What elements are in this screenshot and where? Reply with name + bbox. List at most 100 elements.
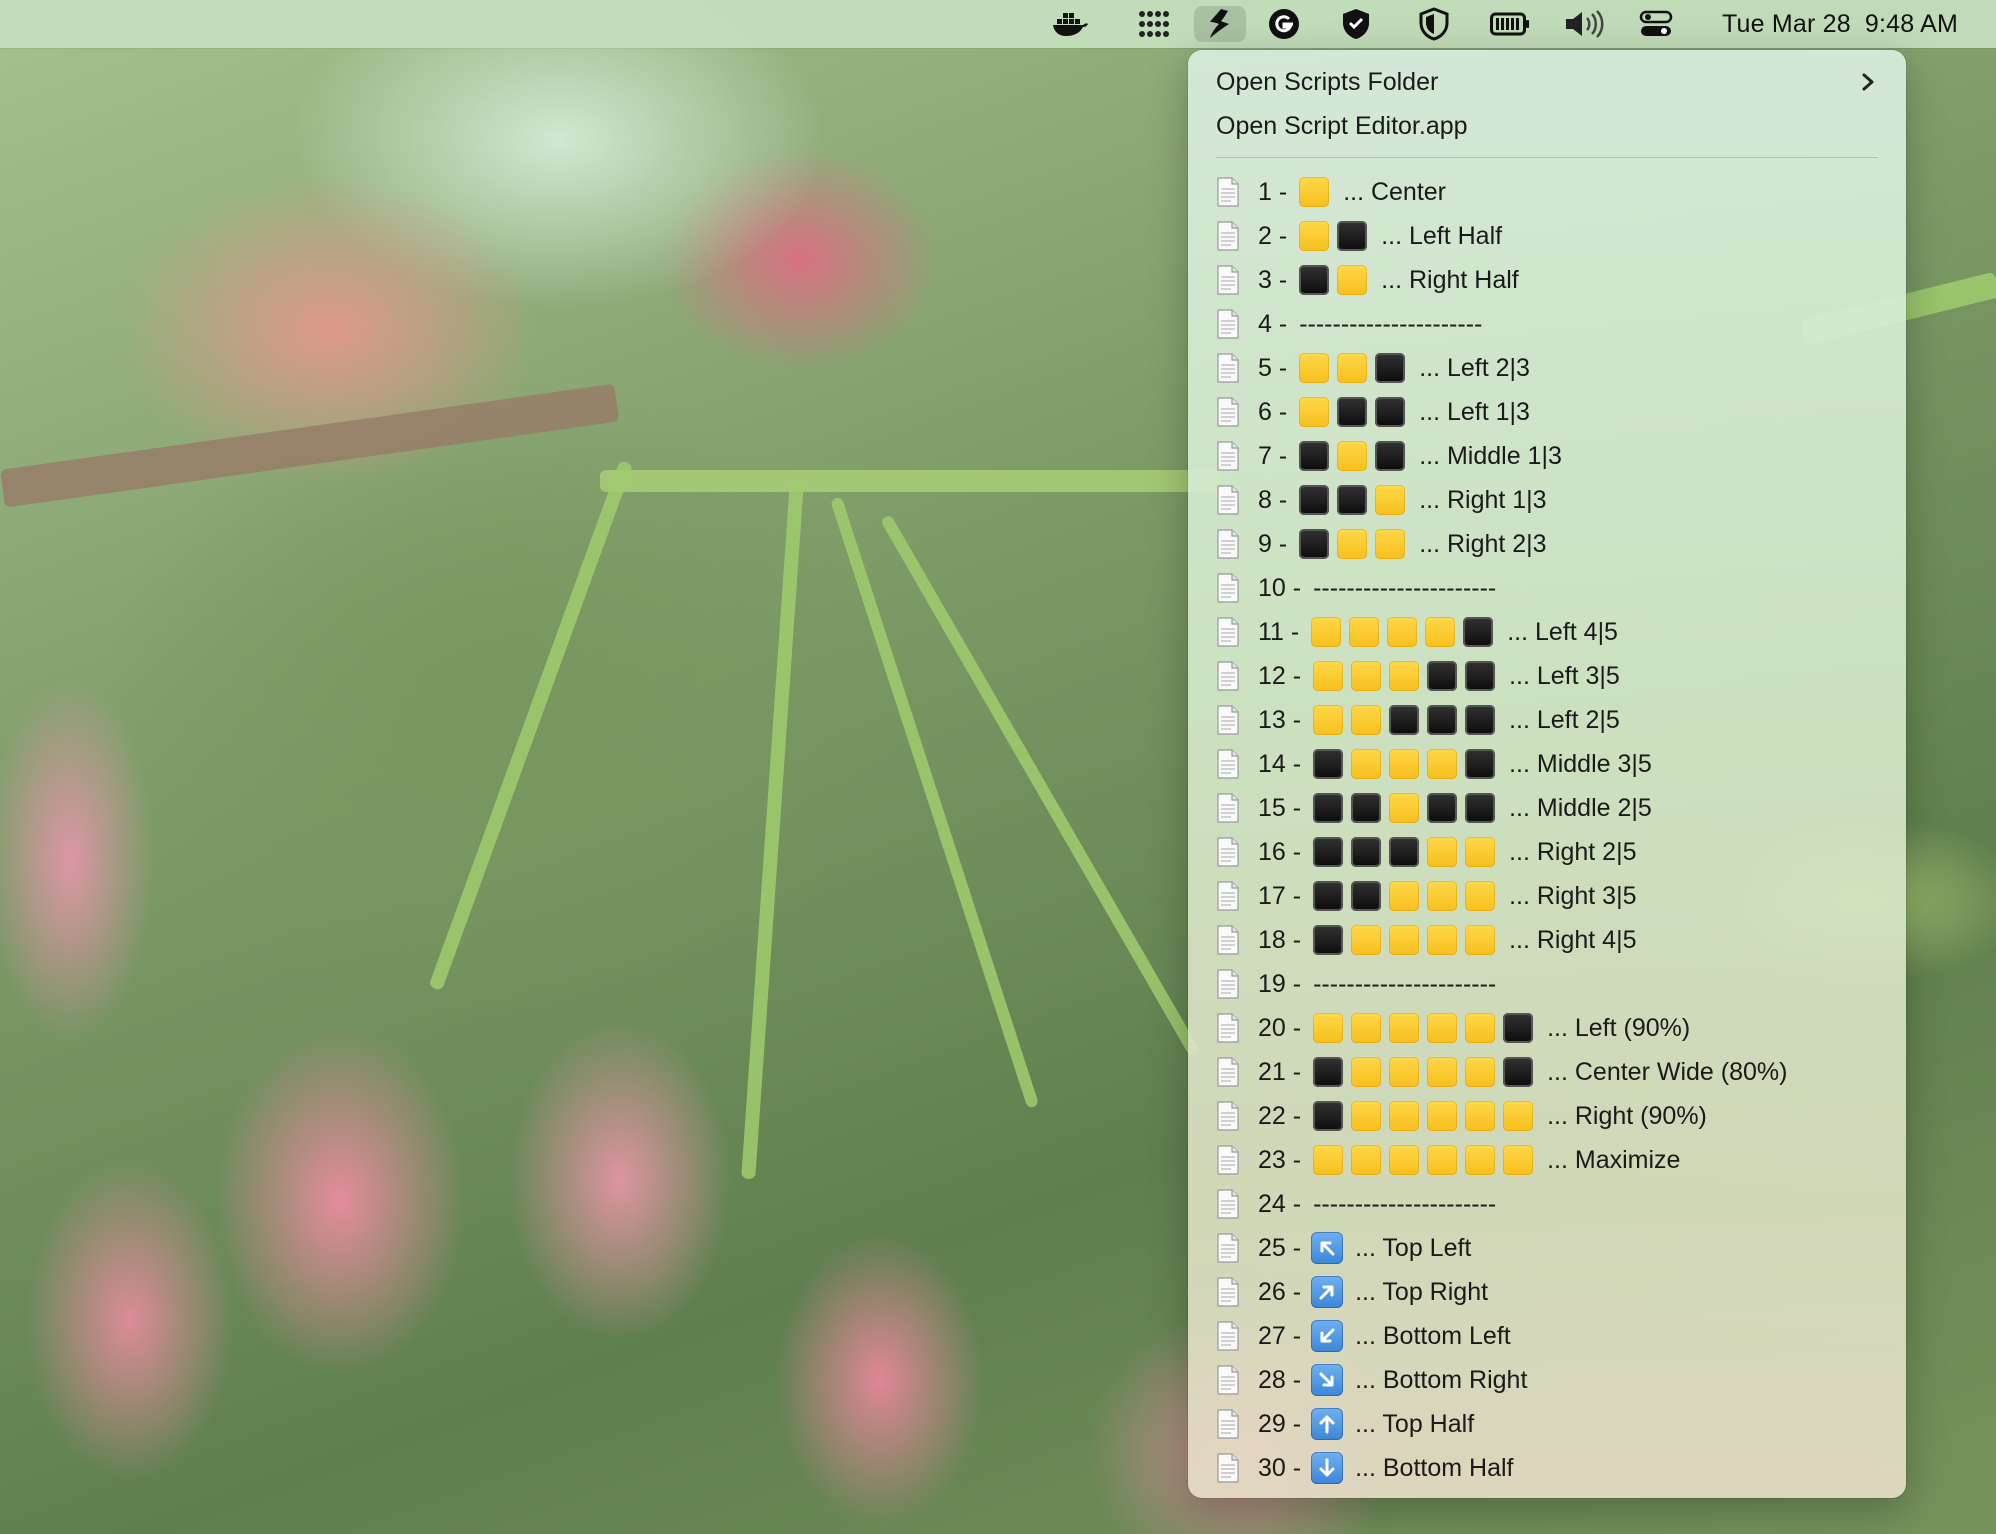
- script-number: 17 -: [1258, 881, 1302, 910]
- script-label: ... Top Left: [1355, 1233, 1472, 1262]
- script-number: 8 -: [1258, 485, 1288, 514]
- script-item[interactable]: 6 - ... Left 1|3: [1216, 390, 1886, 434]
- yellow-square-icon: [1427, 925, 1458, 955]
- clock-date: Tue Mar 28: [1721, 10, 1851, 38]
- script-item[interactable]: 9 - ... Right 2|3: [1216, 522, 1886, 566]
- yellow-square-icon: [1337, 353, 1368, 383]
- control-center-icon[interactable]: [1630, 6, 1682, 42]
- yellow-square-icon: [1465, 881, 1496, 911]
- script-label: ... Maximize: [1547, 1145, 1681, 1174]
- script-item[interactable]: 25 - ... Top Left: [1216, 1226, 1886, 1270]
- script-document-icon: [1216, 1321, 1240, 1351]
- script-item[interactable]: 12 - ... Left 3|5: [1216, 654, 1886, 698]
- script-document-icon: [1216, 837, 1240, 867]
- script-item[interactable]: 30 - ... Bottom Half: [1216, 1446, 1886, 1490]
- yellow-square-icon: [1351, 749, 1382, 779]
- script-item[interactable]: 24 - ----------------------: [1216, 1182, 1886, 1226]
- layout-squares: [1299, 353, 1413, 383]
- yellow-square-icon: [1427, 1145, 1458, 1175]
- script-item[interactable]: 17 - ... Right 3|5: [1216, 874, 1886, 918]
- script-item[interactable]: 20 - ... Left (90%): [1216, 1006, 1886, 1050]
- script-document-icon: [1216, 793, 1240, 823]
- script-item[interactable]: 28 - ... Bottom Right: [1216, 1358, 1886, 1402]
- yellow-square-icon: [1351, 1057, 1382, 1087]
- yellow-square-icon: [1465, 1145, 1496, 1175]
- black-square-icon: [1337, 485, 1368, 515]
- script-item[interactable]: 14 - ... Middle 3|5: [1216, 742, 1886, 786]
- security-shield-icon[interactable]: [1408, 6, 1460, 42]
- yellow-square-icon: [1465, 925, 1496, 955]
- yellow-square-icon: [1349, 617, 1380, 647]
- black-square-icon: [1313, 837, 1344, 867]
- scripts-menu: Open Scripts Folder Open Script Editor.a…: [1188, 50, 1906, 1498]
- script-item[interactable]: 4 - ----------------------: [1216, 302, 1886, 346]
- vpn-shield-icon[interactable]: [1330, 6, 1382, 42]
- script-number: 7 -: [1258, 441, 1288, 470]
- black-square-icon: [1427, 705, 1458, 735]
- black-square-icon: [1427, 661, 1458, 691]
- script-label: ... Center Wide (80%): [1547, 1057, 1788, 1086]
- script-document-icon: [1216, 1101, 1240, 1131]
- script-item[interactable]: 13 - ... Left 2|5: [1216, 698, 1886, 742]
- yellow-square-icon: [1351, 705, 1382, 735]
- yellow-square-icon: [1313, 705, 1344, 735]
- script-number: 29 -: [1258, 1409, 1302, 1438]
- grammarly-icon[interactable]: [1258, 6, 1310, 42]
- scripts-icon[interactable]: [1194, 6, 1246, 42]
- script-label: ... Right 3|5: [1509, 881, 1637, 910]
- script-label: ... Left (90%): [1547, 1013, 1691, 1042]
- script-document-icon: [1216, 1145, 1240, 1175]
- yellow-square-icon: [1337, 529, 1368, 559]
- arrow-down-left-icon: [1311, 1320, 1344, 1352]
- battery-icon[interactable]: [1484, 6, 1536, 42]
- black-square-icon: [1351, 793, 1382, 823]
- script-item[interactable]: 5 - ... Left 2|3: [1216, 346, 1886, 390]
- script-item[interactable]: 29 - ... Top Half: [1216, 1402, 1886, 1446]
- volume-icon[interactable]: [1558, 6, 1610, 42]
- script-item[interactable]: 26 - ... Top Right: [1216, 1270, 1886, 1314]
- script-document-icon: [1216, 221, 1240, 251]
- script-item[interactable]: 22 - ... Right (90%): [1216, 1094, 1886, 1138]
- script-label: ... Right 2|3: [1419, 529, 1547, 558]
- script-item[interactable]: 2 - ... Left Half: [1216, 214, 1886, 258]
- script-item[interactable]: 8 - ... Right 1|3: [1216, 478, 1886, 522]
- script-item[interactable]: 16 - ... Right 2|5: [1216, 830, 1886, 874]
- script-item[interactable]: 7 - ... Middle 1|3: [1216, 434, 1886, 478]
- layout-squares: [1313, 925, 1503, 955]
- script-label: ... Top Right: [1355, 1277, 1489, 1306]
- yellow-square-icon: [1389, 661, 1420, 691]
- script-number: 2 -: [1258, 221, 1288, 250]
- script-item[interactable]: 3 - ... Right Half: [1216, 258, 1886, 302]
- script-item[interactable]: 15 - ... Middle 2|5: [1216, 786, 1886, 830]
- layout-squares: [1299, 221, 1375, 251]
- script-label: ----------------------: [1313, 969, 1497, 998]
- menu-bar: Tue Mar 28 9:48 AM: [0, 0, 1996, 48]
- script-item[interactable]: 19 - ----------------------: [1216, 962, 1886, 1006]
- black-square-icon: [1427, 793, 1458, 823]
- yellow-square-icon: [1465, 1101, 1496, 1131]
- docker-icon[interactable]: [1044, 6, 1096, 42]
- launchpad-dots-icon[interactable]: [1128, 6, 1180, 42]
- script-number: 11 -: [1258, 617, 1300, 646]
- script-item[interactable]: 10 - ----------------------: [1216, 566, 1886, 610]
- script-item[interactable]: 1 - ... Center: [1216, 170, 1886, 214]
- script-label: ... Middle 2|5: [1509, 793, 1652, 822]
- layout-squares: [1313, 1101, 1541, 1131]
- yellow-square-icon: [1375, 529, 1406, 559]
- layout-squares: [1299, 265, 1375, 295]
- script-item[interactable]: 18 - ... Right 4|5: [1216, 918, 1886, 962]
- layout-squares: [1313, 1013, 1541, 1043]
- yellow-square-icon: [1387, 617, 1418, 647]
- script-item[interactable]: 21 - ... Center Wide (80%): [1216, 1050, 1886, 1094]
- script-item[interactable]: 23 - ... Maximize: [1216, 1138, 1886, 1182]
- script-item[interactable]: 11 - ... Left 4|5: [1216, 610, 1886, 654]
- yellow-square-icon: [1311, 617, 1342, 647]
- open-script-editor-item[interactable]: Open Script Editor.app: [1216, 104, 1878, 148]
- script-item[interactable]: 27 - ... Bottom Left: [1216, 1314, 1886, 1358]
- yellow-square-icon: [1503, 1145, 1534, 1175]
- black-square-icon: [1313, 749, 1344, 779]
- open-scripts-folder-item[interactable]: Open Scripts Folder: [1216, 60, 1878, 104]
- script-label: ... Left 1|3: [1419, 397, 1530, 426]
- menubar-clock[interactable]: Tue Mar 28 9:48 AM: [1722, 0, 1958, 48]
- script-number: 25 -: [1258, 1233, 1302, 1262]
